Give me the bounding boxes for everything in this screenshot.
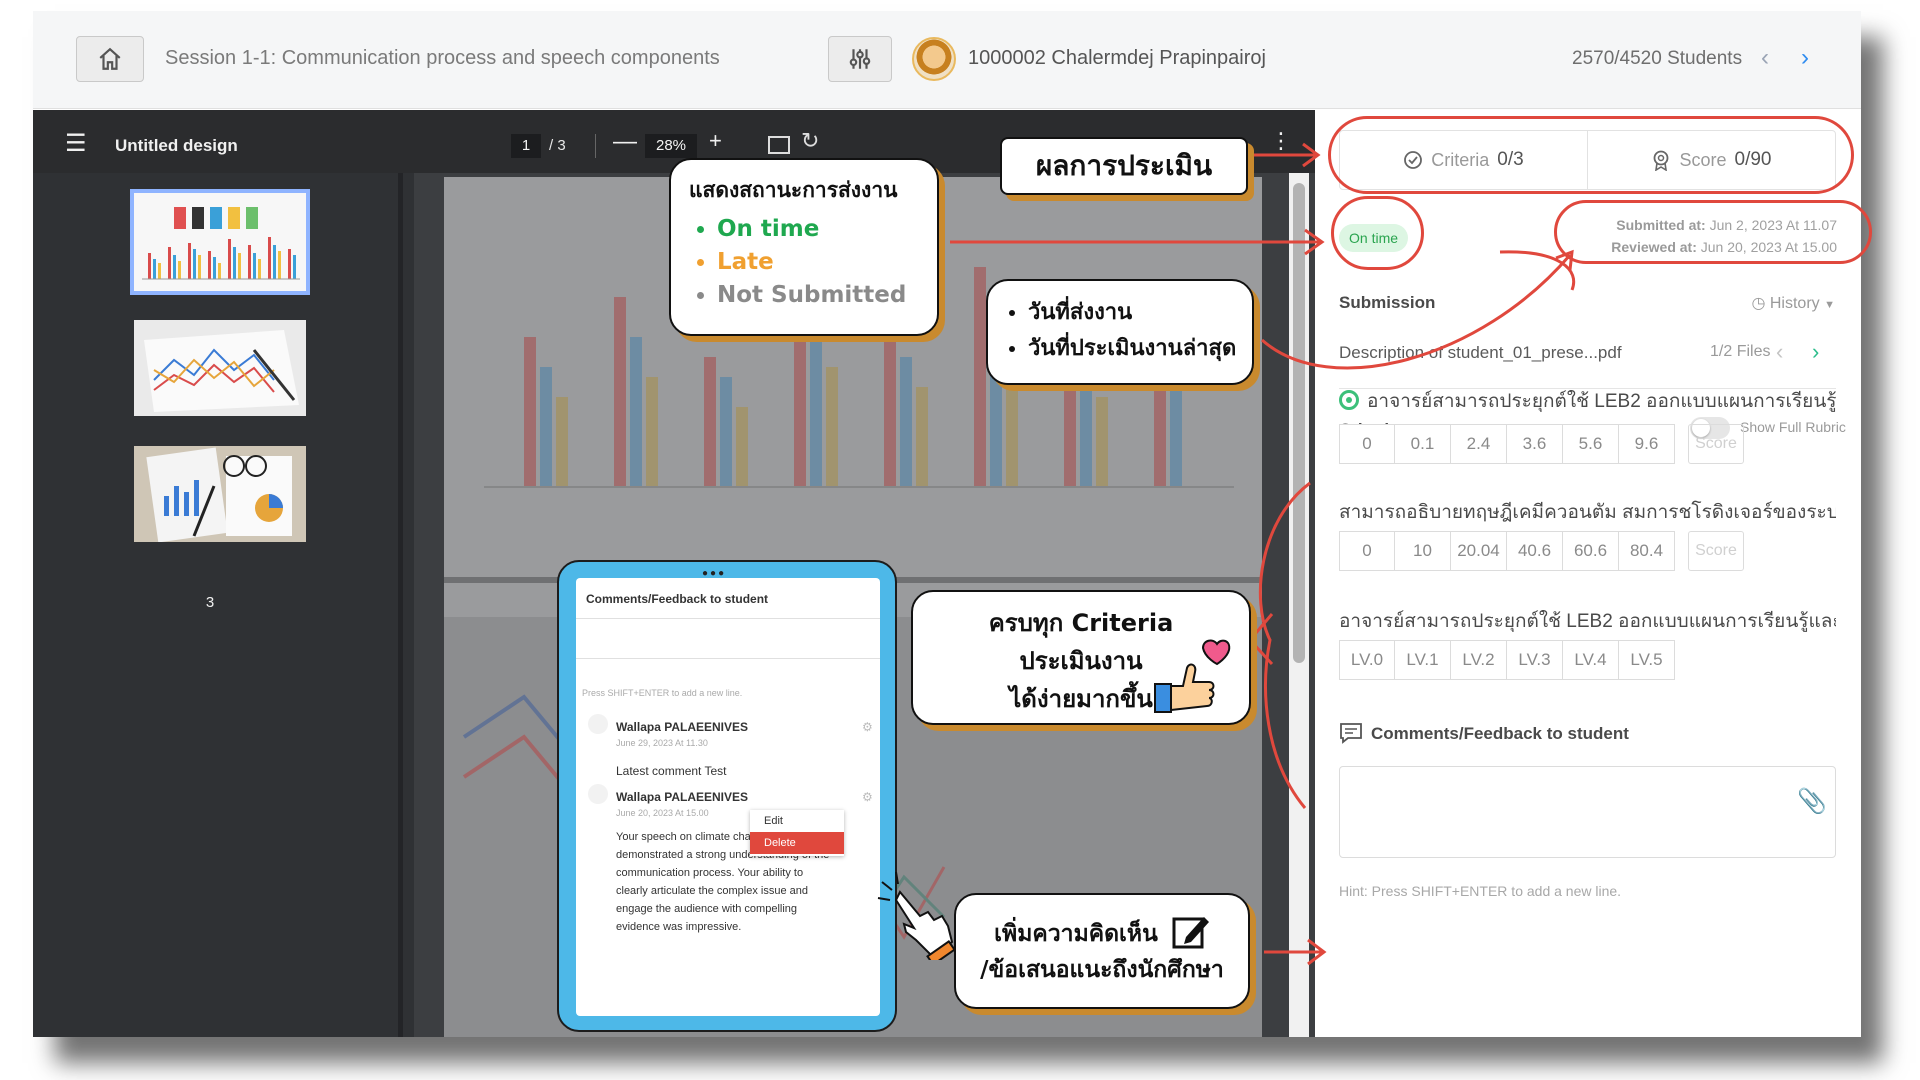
callout-criteria: ครบทุก Criteria ประเมินงาน ได้ง่ายมากขึ้… xyxy=(911,590,1251,725)
avatar xyxy=(588,714,608,734)
tablet-divider xyxy=(576,618,880,619)
date-item-submitted: วันที่ส่งงาน xyxy=(1028,295,1238,331)
comment-context-menu: Edit Delete xyxy=(750,810,844,856)
menu-item-delete[interactable]: Delete xyxy=(750,832,844,854)
comment-date: June 20, 2023 At 15.00 xyxy=(616,808,709,818)
comment-note-1: เพิ่มความคิดเห็น xyxy=(968,913,1236,952)
comment-author: Wallapa PALAEENIVES xyxy=(616,790,749,804)
edit-note-icon xyxy=(1172,917,1209,949)
status-late: Late xyxy=(717,246,919,279)
menu-item-edit[interactable]: Edit xyxy=(750,810,844,832)
callout-result: ผลการประเมิน xyxy=(1000,137,1248,195)
avatar xyxy=(588,784,608,804)
tablet-title: Comments/Feedback to student xyxy=(586,592,769,606)
comment-author: Wallapa PALAEENIVES xyxy=(616,720,749,734)
tablet-hint: Press SHIFT+ENTER to add a new line. xyxy=(582,688,743,698)
comment-note-1-text: เพิ่มความคิดเห็น xyxy=(994,921,1158,947)
callout-status: แสดงสถานะการส่งงาน On time Late Not Subm… xyxy=(669,158,939,336)
status-not-submitted: Not Submitted xyxy=(717,279,919,312)
date-item-reviewed: วันที่ประเมินงานล่าสุด xyxy=(1028,331,1238,367)
comment-date: June 29, 2023 At 11.30 xyxy=(616,738,708,748)
status-ontime: On time xyxy=(717,213,919,246)
comment-note-2: /ข้อเสนอแนะถึงนักศึกษา xyxy=(980,957,1224,983)
callout-status-title: แสดงสถานะการส่งงาน xyxy=(689,178,898,202)
thumbs-up-heart-icon xyxy=(1154,639,1231,713)
comment-text: Latest comment Test xyxy=(616,764,727,778)
callout-comment: เพิ่มความคิดเห็น /ข้อเสนอแนะถึงนักศึกษา xyxy=(954,893,1250,1009)
tablet-screen: Comments/Feedback to student Press SHIFT… xyxy=(576,578,880,1016)
tablet-mockup: ●●● Comments/Feedback to student Press S… xyxy=(557,560,897,1032)
stage: Session 1-1: Communication process and s… xyxy=(0,0,1920,1080)
pointing-hand-icon xyxy=(877,871,956,960)
gear-icon[interactable]: ⚙ xyxy=(862,720,873,734)
gear-icon[interactable]: ⚙ xyxy=(862,790,873,804)
tablet-divider xyxy=(576,658,880,659)
callout-dates: วันที่ส่งงาน วันที่ประเมินงานล่าสุด xyxy=(986,279,1254,385)
